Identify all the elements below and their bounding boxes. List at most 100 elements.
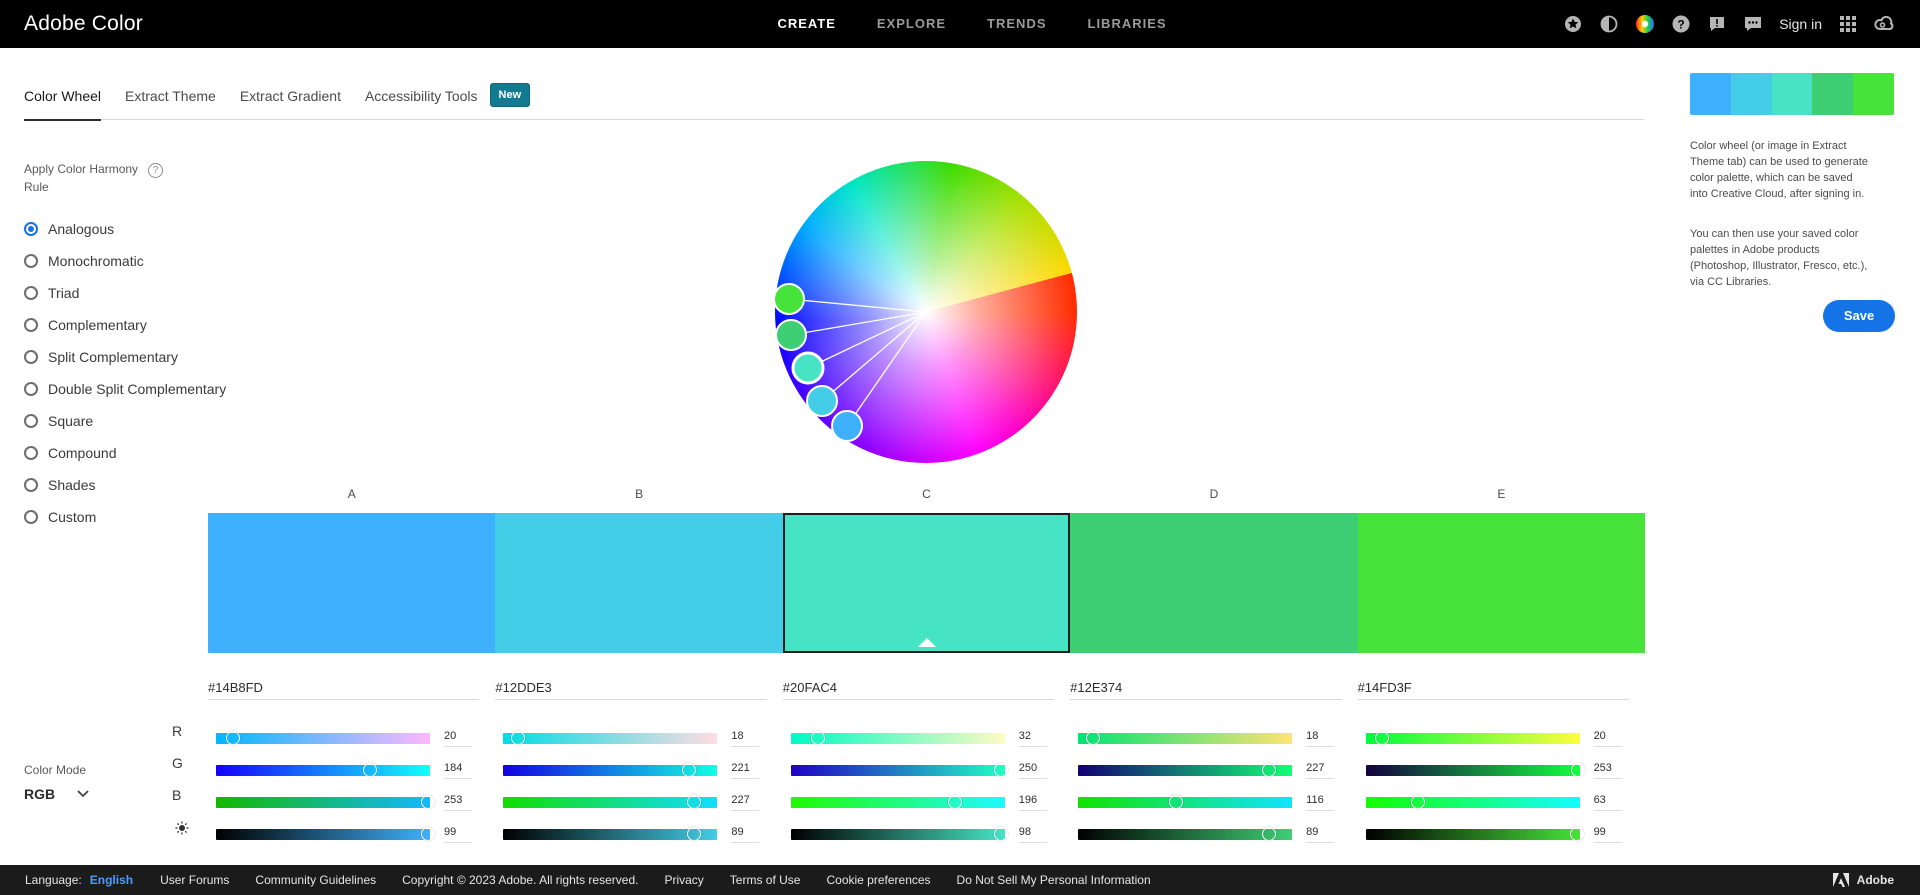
slider-track-g[interactable] [1078, 762, 1293, 777]
help-icon[interactable]: ? [1671, 14, 1691, 34]
slider-handle-b[interactable] [948, 794, 963, 809]
tab-color-wheel[interactable]: Color Wheel [24, 82, 102, 121]
slider-track-b[interactable] [790, 794, 1005, 809]
swatch-a[interactable] [208, 513, 496, 653]
slider-track-g[interactable] [503, 762, 718, 777]
wheel-handle-b[interactable] [806, 385, 838, 417]
footer-link-terms[interactable]: Terms of Use [730, 873, 801, 887]
color-mode-select[interactable]: RGB [24, 786, 89, 802]
slider-value-brightness[interactable]: 99 [444, 825, 472, 843]
slider-handle-brightness[interactable] [1261, 826, 1276, 841]
swatch-d[interactable] [1070, 513, 1358, 653]
slider-track-r[interactable] [1078, 730, 1293, 745]
chat-icon[interactable] [1743, 14, 1763, 34]
slider-value-b[interactable]: 116 [1306, 793, 1335, 811]
radio-split-complementary[interactable]: Split Complementary [24, 341, 226, 373]
wheel-handle-a[interactable] [831, 410, 863, 442]
slider-handle-g[interactable] [363, 762, 378, 777]
nav-explore[interactable]: EXPLORE [877, 0, 946, 48]
radio-compound[interactable]: Compound [24, 437, 226, 469]
radio-shades[interactable]: Shades [24, 469, 226, 501]
slider-value-g[interactable]: 221 [731, 761, 760, 779]
hex-input-a[interactable]: #14B8FD [208, 676, 480, 700]
tab-extract-gradient[interactable]: Extract Gradient [240, 82, 341, 120]
slider-handle-r[interactable] [511, 730, 526, 745]
slider-value-r[interactable]: 18 [731, 729, 760, 747]
sign-in-link[interactable]: Sign in [1779, 16, 1822, 32]
radio-monochromatic[interactable]: Monochromatic [24, 245, 226, 277]
feedback-icon[interactable] [1707, 14, 1727, 34]
contrast-icon[interactable] [1599, 14, 1619, 34]
slider-value-r[interactable]: 20 [1593, 729, 1622, 747]
slider-value-g[interactable]: 250 [1018, 761, 1047, 779]
wheel-handle-c[interactable] [791, 351, 825, 385]
slider-value-brightness[interactable]: 89 [1306, 825, 1335, 843]
slider-track-r[interactable] [1365, 730, 1580, 745]
creative-cloud-icon[interactable] [1874, 14, 1894, 34]
nav-create[interactable]: CREATE [777, 0, 835, 48]
slider-value-r[interactable]: 18 [1306, 729, 1335, 747]
nav-libraries[interactable]: LIBRARIES [1088, 0, 1167, 48]
swatch-e[interactable] [1357, 513, 1646, 653]
tab-accessibility-tools[interactable]: Accessibility Tools [365, 82, 478, 120]
slider-track-g[interactable] [790, 762, 1008, 777]
slider-track-b[interactable] [216, 794, 436, 809]
footer-link-user-forums[interactable]: User Forums [160, 873, 229, 887]
nav-trends[interactable]: TRENDS [987, 0, 1046, 48]
slider-value-g[interactable]: 253 [1593, 761, 1622, 779]
slider-value-b[interactable]: 227 [731, 793, 760, 811]
apps-grid-icon[interactable] [1838, 14, 1858, 34]
radio-double-split-complementary[interactable]: Double Split Complementary [24, 373, 226, 405]
hex-input-e[interactable]: #14FD3F [1357, 676, 1629, 700]
slider-track-g[interactable] [1365, 762, 1585, 777]
wheel-handle-d[interactable] [775, 319, 807, 351]
slider-handle-brightness[interactable] [686, 826, 701, 841]
footer-link-do-not-sell[interactable]: Do Not Sell My Personal Information [957, 873, 1151, 887]
slider-value-b[interactable]: 196 [1018, 793, 1047, 811]
radio-complementary[interactable]: Complementary [24, 309, 226, 341]
tab-extract-theme[interactable]: Extract Theme [125, 82, 216, 120]
slider-handle-r[interactable] [225, 730, 240, 745]
slider-track-brightness[interactable] [216, 826, 435, 841]
slider-track-brightness[interactable] [790, 826, 1008, 841]
footer-link-cookie-preferences[interactable]: Cookie preferences [826, 873, 930, 887]
slider-value-b[interactable]: 253 [444, 793, 472, 811]
color-wheel-icon[interactable] [1635, 14, 1655, 34]
language-select[interactable]: English [90, 873, 133, 887]
wheel-handle-e[interactable] [775, 283, 805, 315]
slider-handle-g[interactable] [1261, 762, 1276, 777]
color-wheel[interactable] [775, 161, 1077, 463]
slider-handle-r[interactable] [810, 730, 825, 745]
swatch-c[interactable] [782, 513, 1071, 653]
slider-track-r[interactable] [790, 730, 1005, 745]
radio-square[interactable]: Square [24, 405, 226, 437]
slider-handle-b[interactable] [686, 794, 701, 809]
radio-custom[interactable]: Custom [24, 501, 226, 533]
slider-track-brightness[interactable] [1078, 826, 1293, 841]
radio-analogous[interactable]: Analogous [24, 213, 226, 245]
favorites-icon[interactable] [1563, 14, 1583, 34]
footer-link-community-guidelines[interactable]: Community Guidelines [255, 873, 376, 887]
slider-value-brightness[interactable]: 99 [1593, 825, 1622, 843]
slider-handle-brightness[interactable] [993, 826, 1008, 841]
slider-track-b[interactable] [1365, 794, 1580, 809]
slider-value-brightness[interactable]: 89 [731, 825, 760, 843]
hex-input-b[interactable]: #12DDE3 [495, 676, 767, 700]
slider-track-b[interactable] [503, 794, 718, 809]
slider-handle-g[interactable] [681, 762, 696, 777]
slider-track-brightness[interactable] [503, 826, 718, 841]
hex-input-c[interactable]: #20FAC4 [782, 676, 1055, 700]
adobe-footer-logo[interactable]: Adobe [1832, 865, 1894, 895]
harmony-help-icon[interactable]: ? [148, 163, 163, 178]
slider-handle-brightness[interactable] [1570, 826, 1585, 841]
slider-value-brightness[interactable]: 98 [1018, 825, 1047, 843]
swatch-b[interactable] [495, 513, 783, 653]
radio-triad[interactable]: Triad [24, 277, 226, 309]
slider-value-g[interactable]: 184 [444, 761, 472, 779]
save-button[interactable]: Save [1823, 300, 1895, 332]
slider-track-r[interactable] [503, 730, 718, 745]
slider-handle-r[interactable] [1086, 730, 1101, 745]
slider-track-brightness[interactable] [1365, 826, 1585, 841]
slider-handle-b[interactable] [1168, 794, 1183, 809]
slider-track-b[interactable] [1078, 794, 1293, 809]
